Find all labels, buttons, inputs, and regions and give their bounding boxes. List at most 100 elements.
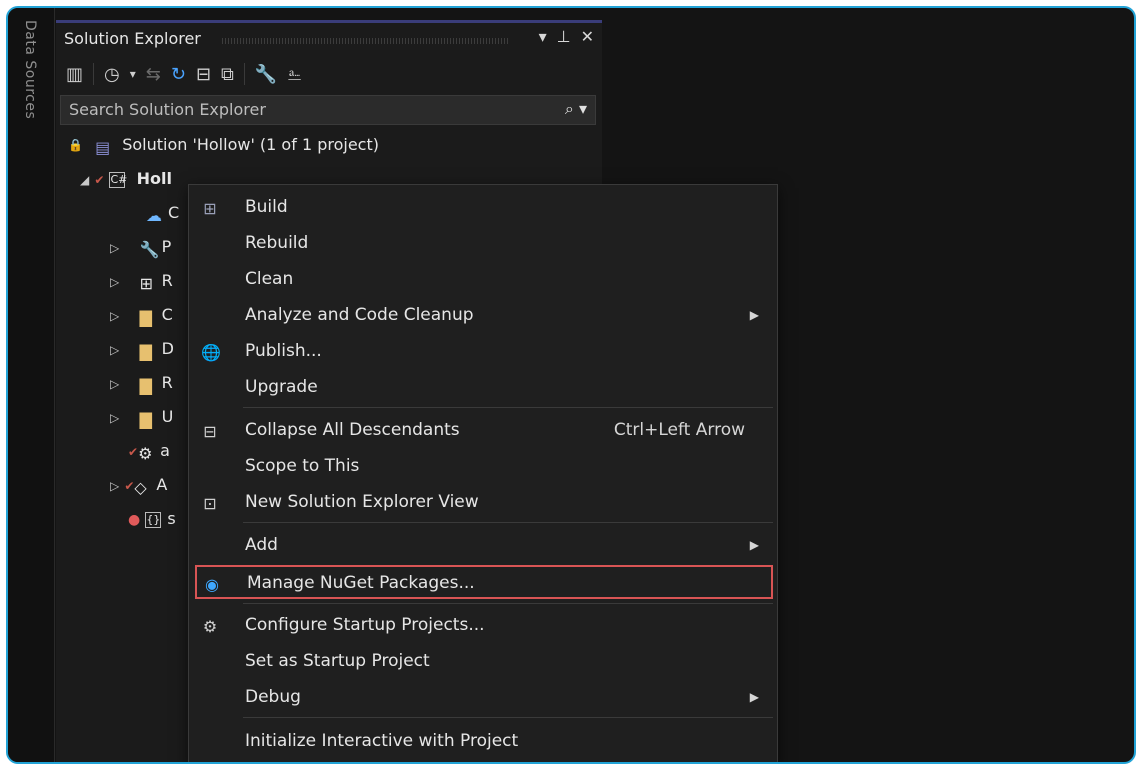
menu-item-label: Rebuild [245, 233, 309, 253]
checkmark-icon: ✔ [94, 173, 105, 187]
dropdown-icon[interactable]: ▾ [539, 27, 547, 46]
nuget-icon: ◉ [205, 575, 219, 594]
data-sources-label: Data Sources [22, 20, 38, 120]
toolbar-divider [93, 63, 95, 85]
menu-item-label: Clean [245, 269, 294, 289]
menu-item-label: Manage NuGet Packages... [247, 573, 475, 593]
title-buttons: ▾ ⊥ ✕ [539, 27, 594, 46]
csharp-project-icon: C# [109, 171, 128, 188]
tree-row-label: s [167, 509, 176, 528]
menu-item-initialize-interactive[interactable]: Initialize Interactive with Project [189, 725, 777, 759]
submenu-arrow-icon: ▶ [749, 538, 759, 552]
tree-row-label: R [161, 271, 173, 290]
menu-separator [243, 603, 773, 604]
menu-item-label: Debug [245, 687, 301, 707]
menu-separator [243, 407, 773, 408]
tree-row-label: P [161, 237, 172, 256]
collapsed-arrow-icon[interactable]: ▷ [110, 275, 119, 289]
menu-item-new-view[interactable]: ⊡ New Solution Explorer View [189, 486, 777, 520]
menu-item-label: Add [245, 535, 278, 555]
tree-row-label: C [168, 203, 180, 222]
menu-item-debug[interactable]: Debug ▶ [189, 681, 777, 715]
menu-item-analyze[interactable]: Analyze and Code Cleanup ▶ [189, 299, 777, 333]
context-menu: ⊞ Build Rebuild Clean Analyze and Code C… [188, 184, 778, 762]
menu-item-label: Scope to This [245, 456, 360, 476]
menu-item-label: Set as Startup Project [245, 651, 430, 671]
solution-icon: ▤ [95, 137, 111, 157]
menu-item-build[interactable]: ⊞ Build [189, 191, 777, 225]
menu-item-rebuild[interactable]: Rebuild [189, 227, 777, 261]
tree-row-label: R [161, 373, 173, 392]
panel-title: Solution Explorer [64, 29, 201, 48]
menu-item-set-startup[interactable]: Set as Startup Project [189, 645, 777, 679]
search-icon[interactable]: ⌕ ▾ [565, 99, 587, 119]
collapsed-arrow-icon[interactable]: ▷ [110, 411, 119, 425]
toolbar-divider [243, 63, 245, 85]
data-sources-tab[interactable]: Data Sources [8, 8, 55, 762]
menu-item-configure-startup[interactable]: ⚙ Configure Startup Projects... [189, 609, 777, 643]
collapsed-arrow-icon[interactable]: ▷ [110, 479, 119, 493]
menu-item-label: Build [245, 197, 288, 217]
menu-item-label: Publish... [245, 341, 322, 361]
menu-item-label: Initialize Interactive with Project [245, 731, 519, 751]
menu-separator [243, 717, 773, 718]
menu-item-clean[interactable]: Clean [189, 263, 777, 297]
collapsed-arrow-icon[interactable]: ▷ [110, 241, 119, 255]
switch-view-icon[interactable]: ▥ [66, 64, 83, 85]
menu-item-label: Analyze and Code Cleanup [245, 305, 474, 325]
lock-icon: 🔒 [68, 137, 83, 152]
collapsed-arrow-icon[interactable]: ▷ [110, 309, 119, 323]
collapse-icon: ⊟ [203, 422, 217, 441]
folder-icon: ▇ [139, 409, 152, 429]
menu-item-collapse-all[interactable]: ⊟ Collapse All Descendants Ctrl+Left Arr… [189, 414, 777, 448]
tree-row-label: a [160, 441, 170, 460]
menu-item-upgrade[interactable]: Upgrade [189, 371, 777, 405]
submenu-arrow-icon: ▶ [749, 308, 759, 322]
title-grip [222, 38, 508, 44]
pin-icon[interactable]: ⊥ [557, 27, 571, 46]
expanded-arrow-icon[interactable]: ◢ [80, 173, 89, 187]
menu-item-label: Collapse All Descendants [245, 420, 460, 440]
menu-item-publish[interactable]: 🌐 Publish... [189, 335, 777, 369]
properties-icon[interactable]: 🔧 [255, 64, 277, 85]
tree-row-label: D [161, 339, 174, 358]
references-icon: ⊞ [139, 273, 153, 293]
folder-icon: ▇ [139, 341, 152, 361]
show-all-files-icon[interactable]: ⧉ [221, 64, 234, 85]
globe-icon: 🌐 [201, 343, 221, 362]
menu-item-label: Configure Startup Projects... [245, 615, 485, 635]
new-window-icon: ⊡ [203, 494, 217, 513]
build-icon: ⊞ [203, 199, 217, 218]
project-label: Holl [136, 169, 172, 188]
panel-titlebar: Solution Explorer ▾ ⊥ ✕ [56, 23, 602, 53]
checkmark-icon: ✔ [124, 479, 135, 493]
search-box[interactable]: Search Solution Explorer ⌕ ▾ [60, 95, 596, 125]
menu-item-shortcut: Ctrl+Left Arrow [613, 420, 745, 440]
json-file-icon: {} [145, 511, 162, 528]
preview-icon[interactable]: ⎁ [287, 64, 301, 85]
error-dot-icon: ● [128, 512, 141, 528]
collapse-all-icon[interactable]: ⊟ [196, 64, 211, 85]
folder-icon: ▇ [139, 375, 152, 395]
collapsed-arrow-icon[interactable]: ▷ [110, 377, 119, 391]
menu-item-scope[interactable]: Scope to This [189, 450, 777, 484]
menu-item-manage-nuget[interactable]: ◉ Manage NuGet Packages... [195, 565, 773, 599]
sync-icon[interactable]: ⇆ [146, 64, 161, 85]
collapsed-arrow-icon[interactable]: ▷ [110, 343, 119, 357]
config-file-icon: ⚙ [138, 443, 153, 463]
search-placeholder: Search Solution Explorer [69, 100, 266, 119]
tree-row-label: U [161, 407, 174, 426]
pending-changes-icon[interactable]: ◷ [104, 64, 120, 85]
folder-icon: ▇ [139, 307, 152, 327]
close-icon[interactable]: ✕ [581, 27, 594, 46]
dropdown-caret-icon[interactable]: ▾ [130, 67, 136, 81]
tree-row-label: C [161, 305, 173, 324]
menu-item-label: Upgrade [245, 377, 318, 397]
tree-row-solution[interactable]: 🔒 ▤ Solution 'Hollow' (1 of 1 project) [56, 129, 602, 163]
submenu-arrow-icon: ▶ [749, 690, 759, 704]
gear-icon: ⚙ [202, 617, 218, 636]
menu-item-add[interactable]: Add ▶ [189, 529, 777, 563]
xaml-file-icon: ◇ [134, 477, 147, 497]
refresh-icon[interactable]: ↻ [171, 64, 186, 85]
menu-separator [243, 522, 773, 523]
